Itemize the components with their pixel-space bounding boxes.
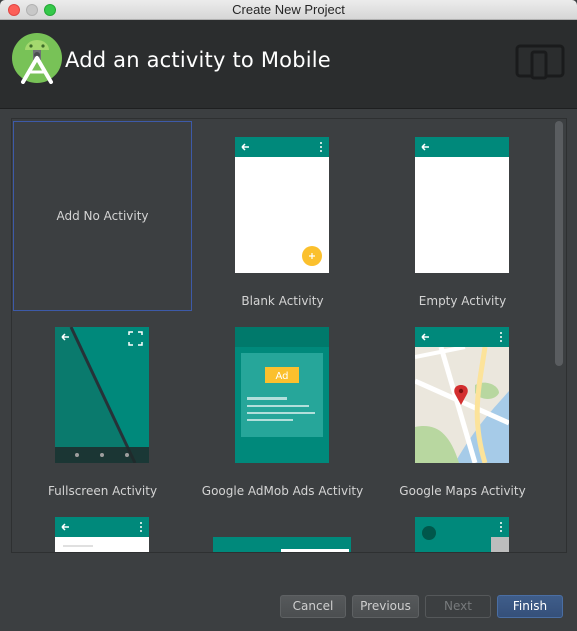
tile-row3-col3[interactable]: [373, 501, 552, 552]
window-title: Create New Project: [232, 2, 345, 17]
tile-empty-activity[interactable]: Empty Activity: [373, 121, 552, 311]
activity-preview: [415, 517, 509, 552]
blank-activity-preview: [235, 137, 329, 273]
tile-label: Blank Activity: [241, 294, 324, 308]
scrollbar-thumb[interactable]: [555, 121, 563, 366]
activity-preview: [213, 537, 351, 552]
tile-label: Add No Activity: [56, 209, 149, 223]
admob-activity-preview: Ad: [235, 327, 329, 463]
tile-label: Fullscreen Activity: [47, 484, 158, 498]
activity-preview: [55, 517, 149, 552]
maps-activity-preview: [415, 327, 509, 463]
tile-admob-activity[interactable]: Ad Google AdMob Ads Activity: [193, 311, 372, 501]
next-button[interactable]: Next: [425, 595, 491, 618]
page-title: Add an activity to Mobile: [65, 48, 331, 72]
previous-button[interactable]: Previous: [352, 595, 419, 618]
phone-tablet-icon: [515, 44, 565, 80]
finish-button[interactable]: Finish: [497, 595, 563, 618]
tile-maps-activity[interactable]: Google Maps Activity: [373, 311, 552, 501]
ad-badge-text: Ad: [275, 371, 288, 382]
tile-add-no-activity[interactable]: Add No Activity: [13, 121, 192, 311]
tile-blank-activity[interactable]: Blank Activity: [193, 121, 372, 311]
tile-label: Empty Activity: [418, 294, 507, 308]
title-bar: Create New Project: [0, 0, 577, 20]
tile-row3-col1[interactable]: [13, 501, 192, 552]
tile-label: Google AdMob Ads Activity: [201, 484, 364, 498]
create-project-window: Create New Project Add an activity to Mo…: [0, 0, 577, 631]
fullscreen-activity-preview: [55, 327, 149, 463]
tile-label: Google Maps Activity: [399, 484, 526, 498]
android-studio-logo-icon: [12, 33, 62, 84]
cancel-button[interactable]: Cancel: [280, 595, 346, 618]
activity-gallery: Add No Activity Blank Activity Empty Act…: [11, 118, 567, 553]
wizard-header: Add an activity to Mobile: [0, 20, 577, 109]
tile-fullscreen-activity[interactable]: Fullscreen Activity: [13, 311, 192, 501]
tile-row3-col2[interactable]: [193, 501, 372, 552]
empty-activity-preview: [415, 137, 509, 273]
gallery-scrollbar[interactable]: [553, 119, 565, 552]
